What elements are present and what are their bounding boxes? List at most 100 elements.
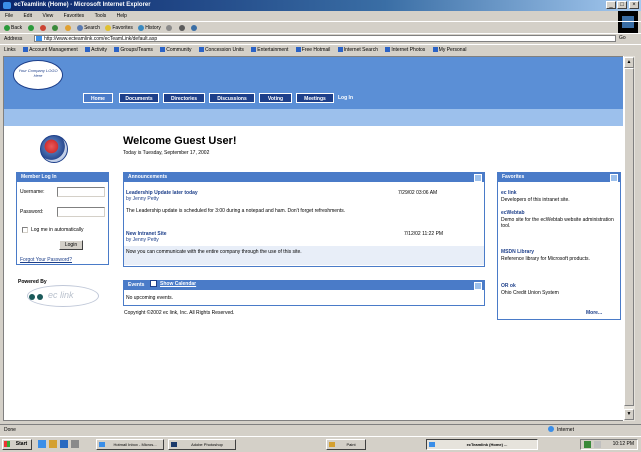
ec-link-logo[interactable]: ec link bbox=[27, 285, 99, 307]
announcements-title: Announcements bbox=[124, 173, 484, 182]
favorite-link[interactable]: MSDN Library bbox=[501, 249, 534, 255]
favorites-more-link[interactable]: More... bbox=[586, 310, 602, 316]
link-item[interactable]: Internet Photos bbox=[385, 47, 425, 53]
member-login-panel: Member Log In bbox=[16, 172, 109, 265]
link-icon bbox=[251, 47, 257, 53]
status-bar: Done bbox=[0, 424, 641, 434]
scrollbar-thumb[interactable] bbox=[624, 68, 634, 406]
ie-icon bbox=[3, 2, 11, 9]
favorite-description: Reference library for Microsoft products… bbox=[501, 256, 590, 262]
links-label: Links bbox=[4, 47, 16, 53]
minimize-button[interactable]: _ bbox=[606, 1, 616, 9]
taskbar-item-active[interactable]: ecTeamlink (Home) ... bbox=[426, 439, 538, 450]
login-button[interactable]: Login bbox=[59, 240, 83, 250]
link-item[interactable]: Concession Units bbox=[198, 47, 244, 53]
favorite-link[interactable]: OR ok bbox=[501, 283, 516, 289]
link-item[interactable]: Community bbox=[160, 47, 192, 53]
link-item[interactable]: My Personal bbox=[432, 47, 466, 53]
favorite-link[interactable]: ec link bbox=[501, 190, 517, 196]
print-icon[interactable] bbox=[178, 24, 185, 31]
password-input[interactable] bbox=[57, 207, 105, 217]
edit-icon[interactable] bbox=[191, 24, 197, 31]
menu-help[interactable]: Help bbox=[117, 13, 127, 19]
taskbar-item[interactable]: Adobe Photoshop bbox=[168, 439, 236, 450]
stop-icon[interactable] bbox=[39, 24, 46, 31]
username-input[interactable] bbox=[57, 187, 105, 197]
favorite-description: Ohio Credit Union System bbox=[501, 290, 559, 296]
logo-dot-icon bbox=[29, 294, 35, 300]
menu-favorites[interactable]: Favorites bbox=[64, 13, 85, 19]
address-input[interactable]: http://www.ecteamlink.com/ecTeamLink/def… bbox=[34, 35, 616, 42]
menu-bar: File Edit View Favorites Tools Help bbox=[0, 11, 641, 21]
tab-meetings[interactable]: Meetings bbox=[296, 93, 334, 103]
tab-directories[interactable]: Directories bbox=[163, 93, 205, 103]
taskbar-item[interactable]: Hotmail Inbox - Micros... bbox=[96, 439, 164, 450]
tab-home[interactable]: Home bbox=[83, 93, 113, 103]
back-arrow-icon[interactable] bbox=[4, 24, 10, 31]
scroll-up-button[interactable]: ▲ bbox=[624, 57, 634, 68]
password-label: Password: bbox=[20, 209, 44, 215]
quicklaunch-outlook-icon[interactable] bbox=[49, 440, 57, 448]
forward-arrow-icon[interactable] bbox=[27, 24, 34, 31]
favorites-button[interactable]: Favorites bbox=[112, 25, 133, 31]
tab-documents[interactable]: Documents bbox=[119, 93, 159, 103]
welcome-heading: Welcome Guest User! bbox=[123, 135, 237, 147]
maximize-button[interactable]: □ bbox=[617, 1, 627, 9]
member-login-title: Member Log In bbox=[17, 173, 108, 182]
link-item[interactable]: Free Hotmail bbox=[295, 47, 330, 53]
favorites-icon[interactable] bbox=[105, 24, 112, 31]
link-item[interactable]: Entertainment bbox=[251, 47, 288, 53]
link-icon bbox=[337, 47, 343, 53]
status-text: Done bbox=[4, 427, 16, 433]
quicklaunch-ie-icon[interactable] bbox=[38, 440, 46, 448]
link-item[interactable]: Groups/Teams bbox=[114, 47, 153, 53]
username-label: Username: bbox=[20, 189, 45, 195]
tab-voting[interactable]: Voting bbox=[259, 93, 292, 103]
taskbar-item[interactable]: Paint bbox=[326, 439, 366, 450]
favorite-link[interactable]: ecWebtab bbox=[501, 210, 525, 216]
refresh-icon[interactable] bbox=[52, 24, 59, 31]
address-label: Address bbox=[4, 36, 23, 42]
powered-by-label: Powered By bbox=[18, 279, 47, 285]
link-item[interactable]: Account Management bbox=[23, 47, 78, 53]
clock: 10:12 PM bbox=[612, 441, 634, 447]
copyright-text: Copyright ©2002 ec link, Inc. All Rights… bbox=[124, 310, 235, 316]
today-date: Today is Tuesday, September 17, 2002 bbox=[123, 150, 210, 156]
show-calendar-link[interactable]: Show Calendar bbox=[160, 281, 196, 287]
remember-checkbox[interactable] bbox=[22, 227, 28, 233]
close-button[interactable]: × bbox=[629, 1, 639, 9]
link-item[interactable]: Internet Search bbox=[337, 47, 378, 53]
quicklaunch-app-icon[interactable] bbox=[71, 440, 79, 448]
ie-taskbar-icon bbox=[429, 442, 435, 447]
panel-toggle-icon[interactable] bbox=[474, 174, 482, 182]
internet-zone-icon bbox=[548, 426, 554, 432]
mail-icon[interactable] bbox=[166, 24, 173, 31]
links-bar: Links Account Management Activity Groups… bbox=[0, 44, 641, 54]
paint-icon bbox=[329, 442, 335, 447]
address-value: http://www.ecteamlink.com/ecTeamLink/def… bbox=[44, 36, 158, 42]
tray-network-icon[interactable] bbox=[584, 441, 591, 448]
panel-toggle-icon[interactable] bbox=[474, 282, 482, 290]
menu-view[interactable]: View bbox=[42, 13, 53, 19]
link-icon bbox=[114, 47, 120, 53]
company-logo: Your Company LOGO Here bbox=[13, 60, 63, 90]
link-item[interactable]: Activity bbox=[85, 47, 107, 53]
menu-edit[interactable]: Edit bbox=[23, 13, 32, 19]
history-button[interactable]: History bbox=[145, 25, 161, 31]
back-button[interactable]: Back bbox=[11, 25, 22, 31]
forgot-password-link[interactable]: Forgot Your Password? bbox=[20, 257, 72, 263]
panel-toggle-icon[interactable] bbox=[610, 174, 618, 182]
menu-file[interactable]: File bbox=[5, 13, 13, 19]
tab-discussions[interactable]: Discussions bbox=[209, 93, 255, 103]
history-icon[interactable] bbox=[138, 24, 145, 31]
search-button[interactable]: Search bbox=[84, 25, 100, 31]
menu-tools[interactable]: Tools bbox=[95, 13, 107, 19]
home-icon[interactable] bbox=[64, 24, 71, 31]
search-icon[interactable] bbox=[77, 24, 84, 31]
login-link[interactable]: Log In bbox=[338, 93, 353, 103]
scroll-down-button[interactable]: ▼ bbox=[624, 409, 634, 420]
tray-volume-icon[interactable] bbox=[594, 441, 601, 448]
go-button[interactable]: Go bbox=[619, 35, 626, 42]
quicklaunch-desktop-icon[interactable] bbox=[60, 440, 68, 448]
favorites-title: Favorites bbox=[498, 173, 620, 182]
